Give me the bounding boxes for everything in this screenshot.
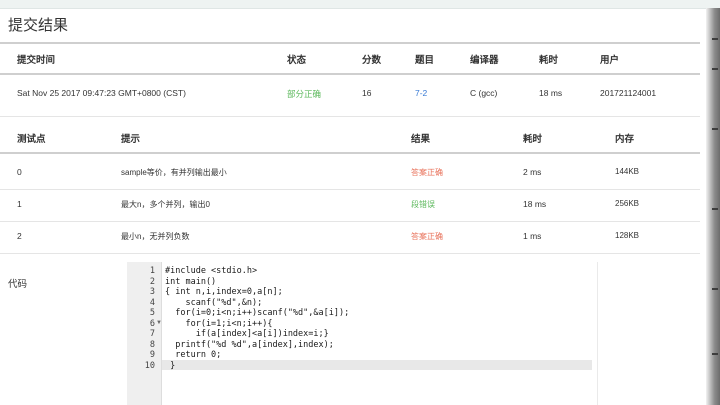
line-number: 3	[149, 287, 155, 297]
top-bar	[0, 0, 720, 9]
submission-user: 201721124001	[600, 88, 657, 98]
submission-table: 提交时间 状态 分数 题目 编译器 耗时 用户 Sat Nov 25 2017 …	[0, 42, 700, 117]
testcase-memory: 256KB	[615, 199, 640, 208]
code-line: }	[165, 360, 176, 371]
table-row: 2 最小n，无并列负数 答案正确 1 ms 128KB	[0, 231, 700, 245]
line-number: 1	[149, 266, 155, 276]
testcase-elapsed: 1 ms	[523, 231, 542, 241]
line-number: 6	[149, 318, 155, 329]
header-problem: 题目	[415, 55, 435, 66]
current-line-highlight	[162, 359, 592, 370]
testcase-id: 0	[17, 167, 22, 177]
testcase-result: 答案正确	[411, 168, 443, 177]
code-section-label: 代码	[8, 279, 28, 290]
line-number: 7	[149, 329, 155, 339]
submission-row: Sat Nov 25 2017 09:47:23 GMT+0800 (CST) …	[0, 88, 700, 102]
problem-link[interactable]: 7-2	[415, 88, 427, 98]
testcase-hint: sample等价，有并列输出最小	[121, 168, 227, 177]
code-line: if(a[index]<a[i])index=i;}	[165, 329, 329, 339]
code-line: int main()	[165, 276, 217, 287]
header-status: 状态	[287, 55, 307, 66]
testcase-header-row: 测试点 提示 结果 耗时 内存	[0, 131, 700, 145]
testcase-table: 测试点 提示 结果 耗时 内存 0 sample等价，有并列输出最小 答案正确 …	[0, 122, 700, 257]
line-number: 9	[149, 350, 155, 360]
testcase-id: 2	[17, 231, 22, 241]
header-memory: 内存	[615, 134, 635, 145]
code-line: for(i=0;i<n;i++)scanf("%d",&a[i]);	[165, 308, 350, 318]
testcase-memory: 128KB	[615, 231, 640, 240]
testcase-hint: 最大n，多个并列，输出0	[121, 200, 210, 209]
testcase-result: 段错误	[411, 200, 435, 209]
testcase-hint: 最小n，无并列负数	[121, 232, 190, 241]
page-title: 提交结果	[8, 17, 69, 34]
testcase-elapsed: 18 ms	[523, 199, 547, 209]
testcase-result: 答案正确	[411, 232, 443, 241]
header-result: 结果	[411, 134, 431, 145]
submission-elapsed: 18 ms	[539, 88, 563, 98]
header-hint: 提示	[121, 134, 141, 145]
submission-time: Sat Nov 25 2017 09:47:23 GMT+0800 (CST)	[17, 88, 186, 98]
line-number: 5	[149, 308, 155, 318]
code-editor[interactable]: 1 2 3 4 5 6 ▼ 7 8 9 10 #include <stdio.h…	[127, 262, 597, 405]
header-compiler: 编译器	[470, 55, 499, 66]
code-line: #include <stdio.h>	[165, 266, 258, 276]
code-line: scanf("%d",&n);	[165, 297, 263, 308]
code-line: return 0;	[165, 350, 222, 360]
table-row: 0 sample等价，有并列输出最小 答案正确 2 ms 144KB	[0, 167, 700, 181]
header-user: 用户	[600, 55, 620, 66]
code-line: { int n,i,index=0,a[n];	[165, 287, 283, 297]
fold-arrow-icon[interactable]: ▼	[156, 320, 162, 326]
submission-header-row: 提交时间 状态 分数 题目 编译器 耗时 用户	[0, 52, 700, 66]
submission-compiler: C (gcc)	[470, 88, 498, 98]
header-testcase: 测试点	[17, 134, 46, 145]
header-test-elapsed: 耗时	[523, 134, 543, 145]
line-number: 10	[144, 360, 155, 371]
header-score: 分数	[362, 55, 382, 66]
line-number: 2	[149, 276, 155, 287]
table-row: 1 最大n，多个并列，输出0 段错误 18 ms 256KB	[0, 199, 700, 213]
code-line: printf("%d %d",a[index],index);	[165, 339, 334, 350]
header-elapsed: 耗时	[539, 55, 559, 66]
code-line: for(i=1;i<n;i++){	[165, 318, 273, 329]
submission-score: 16	[362, 88, 372, 98]
testcase-memory: 144KB	[615, 167, 640, 176]
editor-right-border	[597, 262, 598, 405]
window-edge-shadow	[706, 8, 720, 405]
testcase-elapsed: 2 ms	[523, 167, 542, 177]
line-number: 8	[149, 339, 155, 350]
testcase-id: 1	[17, 199, 22, 209]
header-time: 提交时间	[17, 55, 56, 66]
submission-status: 部分正确	[287, 89, 322, 99]
editor-gutter: 1 2 3 4 5 6 ▼ 7 8 9 10	[127, 262, 162, 405]
line-number: 4	[149, 297, 155, 308]
